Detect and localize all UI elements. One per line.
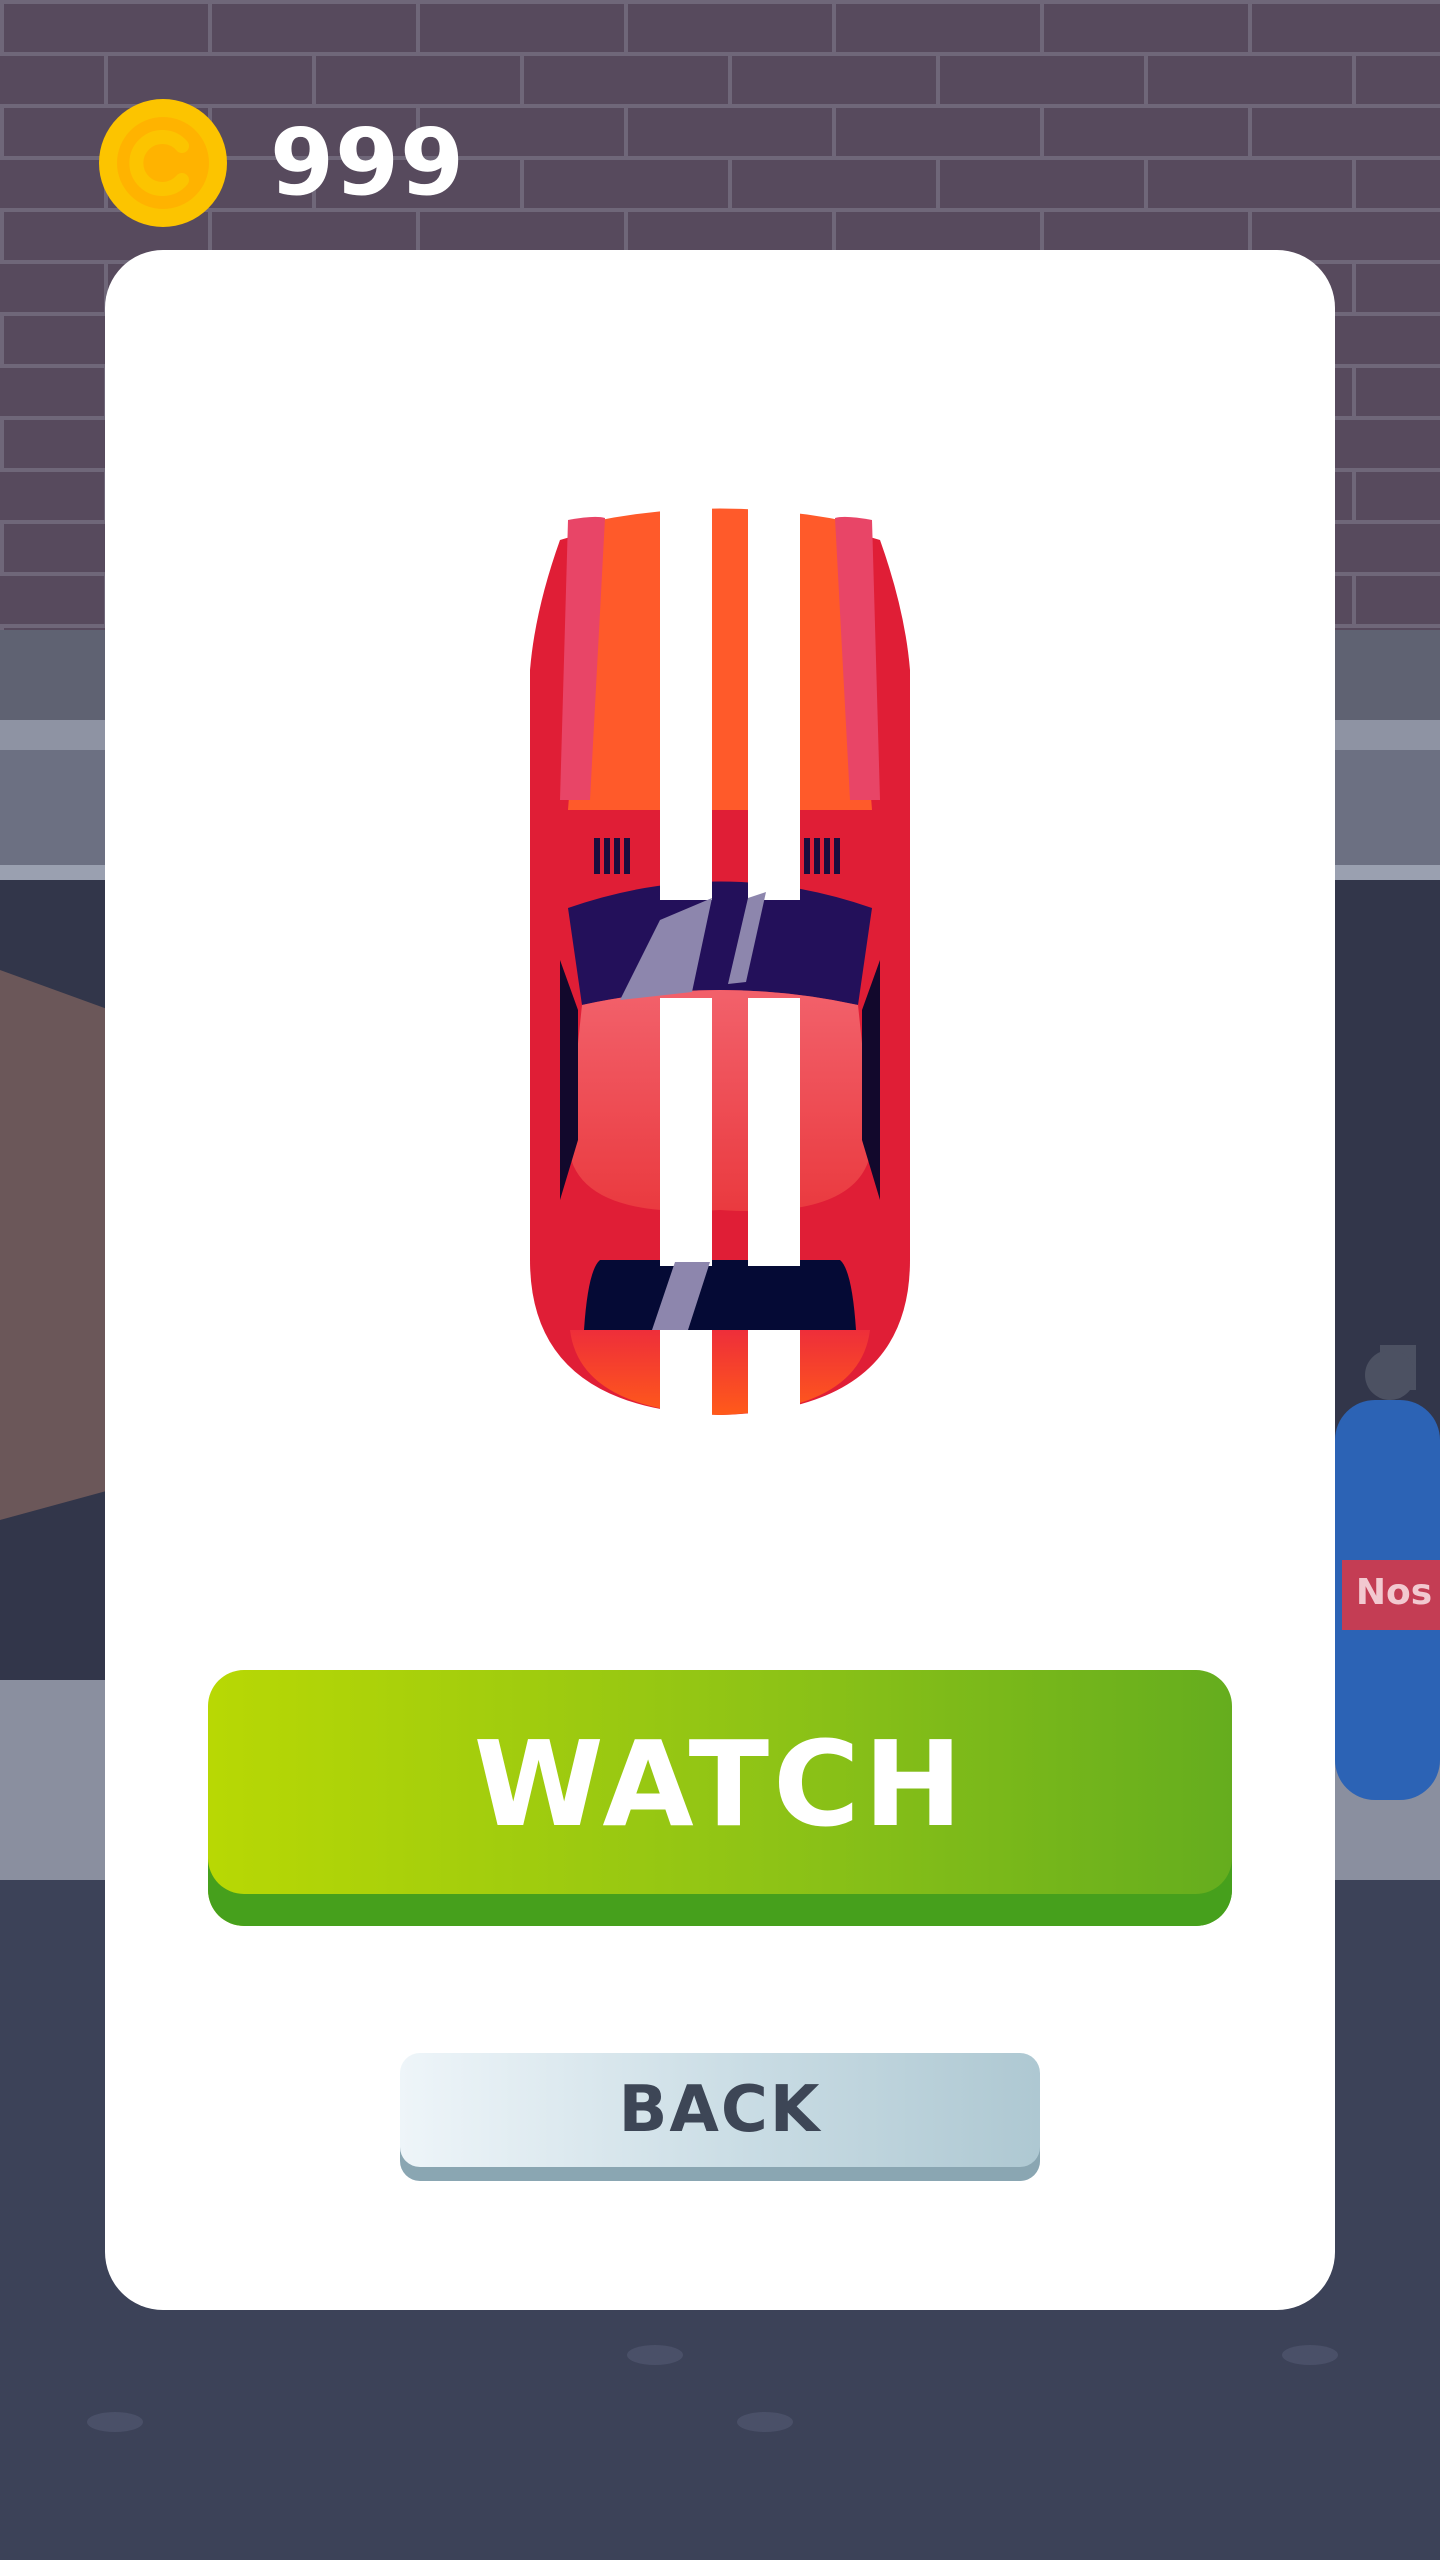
back-button[interactable]: BACK <box>400 2053 1040 2181</box>
red-sports-car-icon <box>530 505 910 1418</box>
coin-icon <box>99 99 227 227</box>
nos-tank-label: Nos <box>1355 1572 1433 1613</box>
coin-count: 999 <box>270 109 466 216</box>
coin-counter: 999 <box>98 98 465 228</box>
watch-ad-button[interactable]: WATCH <box>208 1670 1232 1926</box>
